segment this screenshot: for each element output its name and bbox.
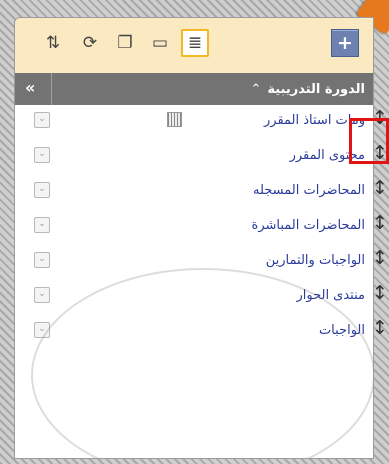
- nav-item-course-content[interactable]: ⌄ محتوى المقرر: [15, 140, 373, 174]
- drag-handle-icon[interactable]: ↕: [372, 209, 388, 239]
- highlight-box: [349, 118, 389, 164]
- header-divider: [51, 73, 52, 105]
- collapse-menu-icon[interactable]: «: [25, 78, 35, 97]
- refresh-icon[interactable]: ⟳: [78, 31, 102, 55]
- chevron-down-icon[interactable]: ⌄: [34, 147, 50, 163]
- nav-item-label[interactable]: المحاضرات المسجله: [253, 183, 365, 198]
- course-title: الدورة التدريبية: [267, 81, 365, 97]
- chevron-down-icon[interactable]: ⌄: [34, 252, 50, 268]
- menu-toolbar: ⇅ ⟳ ❐ ▭ ≣ +: [15, 18, 373, 73]
- chevron-down-icon[interactable]: ⌄: [34, 287, 50, 303]
- header-title-wrap: ⌃ الدورة التدريبية: [55, 73, 365, 105]
- course-menu-panel: ⇅ ⟳ ❐ ▭ ≣ + « ⌃ الدورة التدريبية ⌄ ومات …: [14, 17, 374, 459]
- nav-item-label[interactable]: المحاضرات المباشرة: [252, 218, 365, 233]
- chevron-down-icon[interactable]: ⌄: [34, 182, 50, 198]
- nav-item-instructor-info[interactable]: ⌄ ومات استاذ المقرر: [15, 105, 373, 139]
- drag-handle-icon[interactable]: ↕: [372, 279, 388, 309]
- chevron-down-icon[interactable]: ⌄: [34, 112, 50, 128]
- drag-handle-icon[interactable]: ↕: [372, 314, 388, 344]
- add-menu-item-button[interactable]: +: [331, 29, 359, 57]
- drag-handle-icon[interactable]: ↕: [372, 244, 388, 274]
- chevron-down-icon[interactable]: ⌄: [34, 217, 50, 233]
- drag-handle-icon[interactable]: ↕: [372, 174, 388, 204]
- list-icon[interactable]: ≣: [181, 29, 209, 57]
- window-icon[interactable]: ❐: [113, 31, 137, 55]
- folder-icon[interactable]: ▭: [148, 31, 172, 55]
- nav-item-label[interactable]: الواجبات والتمارين: [266, 253, 365, 268]
- reorder-icon[interactable]: ⇅: [41, 31, 65, 55]
- nav-item-live-lectures[interactable]: ⌄ المحاضرات المباشرة: [15, 210, 373, 244]
- nav-item-recorded-lectures[interactable]: ⌄ المحاضرات المسجله: [15, 175, 373, 209]
- chevron-up-icon[interactable]: ⌃: [250, 82, 261, 97]
- grid-icon: [167, 112, 182, 127]
- course-header: « ⌃ الدورة التدريبية: [15, 73, 373, 105]
